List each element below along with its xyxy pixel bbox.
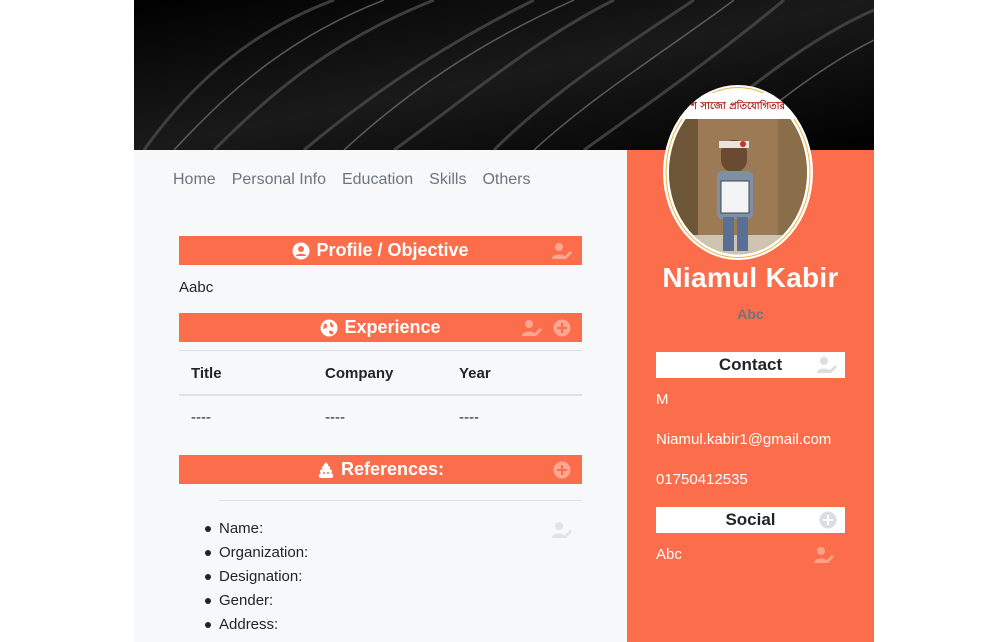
reference-fields: Name: Organization: Designation: Gender:… [205, 519, 582, 639]
nav-home[interactable]: Home [173, 171, 216, 189]
edit-user-icon[interactable] [552, 242, 572, 260]
contact-phone[interactable]: 01750412535 [656, 471, 748, 488]
list-item: Designation: [205, 567, 582, 591]
photo-caption: শ সাজো প্রতিযোগিতার [690, 99, 786, 112]
user-circle-icon [292, 242, 310, 259]
contact-gender: M [656, 391, 669, 408]
column-year: Year [447, 350, 582, 396]
edit-user-icon[interactable] [814, 546, 834, 564]
references-heading: References: [340, 459, 445, 479]
add-circle-icon[interactable] [552, 319, 572, 337]
profile-photo: শ সাজো প্রতিযোগিতার [665, 87, 811, 258]
add-circle-icon[interactable] [552, 461, 572, 479]
main-content: Profile / Objective Aabc Experience Titl… [179, 236, 582, 639]
experience-table: Title Company Year ---- ---- ---- [179, 350, 582, 439]
list-item: Name: [205, 519, 582, 543]
list-item: Organization: [205, 543, 582, 567]
objective-header: Profile / Objective [179, 236, 582, 265]
objective-text: Aabc [179, 279, 214, 296]
experience-header: Experience [179, 313, 582, 342]
table-header-row: Title Company Year [179, 350, 582, 396]
profile-tagline: Abc [737, 306, 764, 322]
nav-personal-info[interactable]: Personal Info [232, 171, 326, 189]
main-nav: Home Personal Info Education Skills Othe… [173, 171, 531, 189]
table-cell: ---- [459, 409, 479, 426]
nav-education[interactable]: Education [342, 171, 413, 189]
reference-card: Name: Organization: Designation: Gender:… [205, 500, 582, 639]
contact-heading: Contact [718, 355, 783, 374]
social-heading: Social [725, 510, 776, 529]
add-circle-icon[interactable] [819, 511, 837, 529]
list-item: Gender: [205, 591, 582, 615]
experience-heading: Experience [344, 317, 441, 337]
list-item: Address: [205, 615, 582, 639]
social-header: Social [656, 507, 845, 533]
edit-user-icon[interactable] [817, 356, 837, 374]
references-header: References: [179, 455, 582, 484]
column-company: Company [313, 350, 447, 396]
poop-icon [318, 461, 334, 478]
nav-others[interactable]: Others [482, 171, 530, 189]
globe-icon [320, 319, 338, 336]
social-text: Abc [656, 546, 682, 563]
profile-name: Niamul Kabir [662, 262, 839, 293]
objective-heading: Profile / Objective [316, 240, 469, 260]
nav-skills[interactable]: Skills [429, 171, 466, 189]
table-row: ---- ---- ---- [179, 395, 582, 439]
table-cell: ---- [191, 409, 211, 426]
edit-user-icon[interactable] [522, 319, 542, 337]
avatar[interactable]: শ সাজো প্রতিযোগিতার [663, 85, 813, 260]
column-title: Title [179, 350, 313, 396]
contact-header: Contact [656, 352, 845, 378]
contact-email[interactable]: Niamul.kabir1@gmail.com [656, 431, 831, 448]
table-cell: ---- [325, 409, 345, 426]
resume-page: Home Personal Info Education Skills Othe… [134, 0, 874, 642]
